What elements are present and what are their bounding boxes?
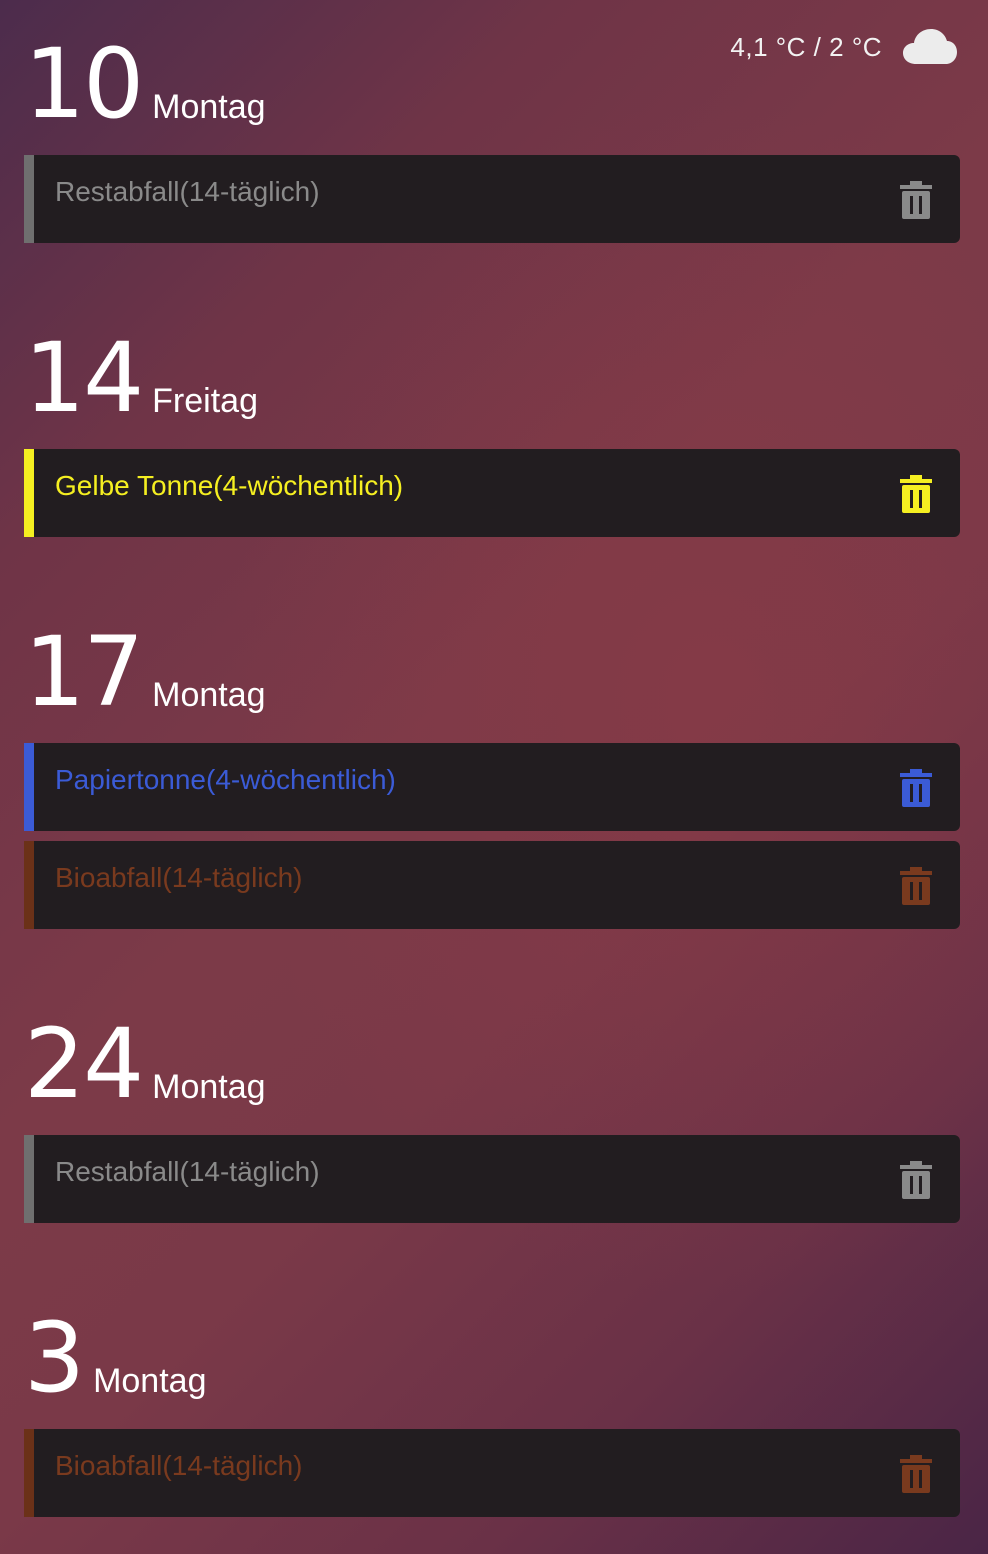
day-group: 3 Montag Bioabfall(14-täglich) bbox=[24, 1302, 960, 1527]
day-number: 10 bbox=[24, 28, 144, 140]
day-number: 24 bbox=[24, 1008, 144, 1120]
event-label: Papiertonne(4-wöchentlich) bbox=[55, 764, 396, 795]
day-number: 17 bbox=[24, 616, 144, 728]
event-color-bar bbox=[24, 1135, 34, 1223]
trash-icon bbox=[900, 1455, 932, 1493]
event-item[interactable]: Bioabfall(14-täglich) bbox=[24, 841, 960, 929]
weekday-label: Montag bbox=[93, 1362, 207, 1400]
event-item[interactable]: Restabfall(14-täglich) bbox=[24, 155, 960, 243]
trash-icon bbox=[900, 181, 932, 219]
event-color-bar bbox=[24, 1429, 34, 1517]
trash-icon bbox=[900, 769, 932, 807]
day-group: 24 Montag Restabfall(14-täglich) bbox=[24, 1008, 960, 1233]
event-item[interactable]: Papiertonne(4-wöchentlich) bbox=[24, 743, 960, 831]
day-number: 3 bbox=[24, 1302, 85, 1414]
day-header: 14 Freitag bbox=[24, 322, 960, 434]
day-header: 24 Montag bbox=[24, 1008, 960, 1120]
trash-icon bbox=[900, 475, 932, 513]
day-group: 10 Montag Restabfall(14-täglich) bbox=[24, 28, 960, 253]
event-item[interactable]: Restabfall(14-täglich) bbox=[24, 1135, 960, 1223]
weekday-label: Montag bbox=[152, 88, 266, 126]
weekday-label: Montag bbox=[152, 676, 266, 714]
event-label: Bioabfall(14-täglich) bbox=[55, 862, 303, 893]
day-group: 17 Montag Papiertonne(4-wöchentlich) Bio… bbox=[24, 616, 960, 939]
day-number: 14 bbox=[24, 322, 144, 434]
event-item[interactable]: Gelbe Tonne(4-wöchentlich) bbox=[24, 449, 960, 537]
event-color-bar bbox=[24, 449, 34, 537]
day-header: 17 Montag bbox=[24, 616, 960, 728]
event-label: Restabfall(14-täglich) bbox=[55, 1156, 320, 1187]
day-header: 3 Montag bbox=[24, 1302, 960, 1414]
event-label: Bioabfall(14-täglich) bbox=[55, 1450, 303, 1481]
event-label: Gelbe Tonne(4-wöchentlich) bbox=[55, 470, 404, 501]
day-header: 10 Montag bbox=[24, 28, 960, 140]
weekday-label: Montag bbox=[152, 1068, 266, 1106]
trash-icon bbox=[900, 867, 932, 905]
event-label: Restabfall(14-täglich) bbox=[55, 176, 320, 207]
event-item[interactable]: Bioabfall(14-täglich) bbox=[24, 1429, 960, 1517]
event-color-bar bbox=[24, 155, 34, 243]
event-color-bar bbox=[24, 841, 34, 929]
event-color-bar bbox=[24, 743, 34, 831]
trash-icon bbox=[900, 1161, 932, 1199]
day-group: 14 Freitag Gelbe Tonne(4-wöchentlich) bbox=[24, 322, 960, 547]
weekday-label: Freitag bbox=[152, 382, 258, 420]
